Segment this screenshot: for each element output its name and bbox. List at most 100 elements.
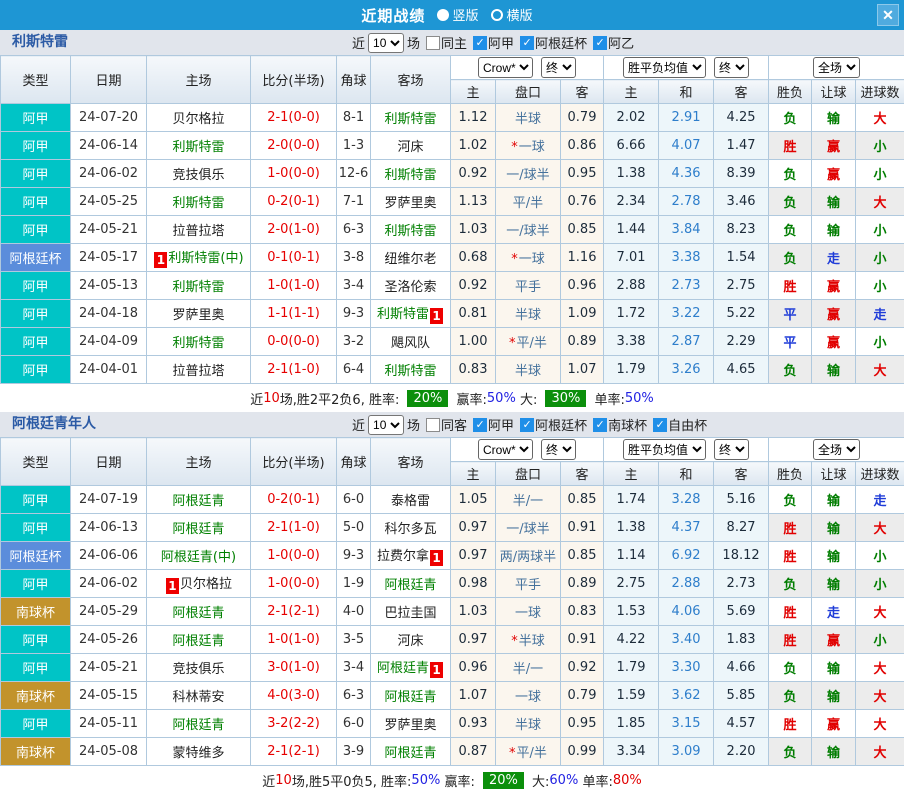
odds-away-cell: 1.07: [561, 356, 604, 384]
summary-segment: 近: [250, 389, 263, 408]
result-cell: 负: [769, 486, 812, 514]
checkbox-icon[interactable]: [426, 36, 440, 50]
league-cell: 阿甲: [1, 328, 71, 356]
checkbox-icon[interactable]: ✓: [593, 418, 607, 432]
radio-horizontal-icon[interactable]: [491, 9, 503, 21]
filter-checkbox-阿根廷杯[interactable]: ✓阿根廷杯: [520, 33, 587, 52]
column-header: 比分(半场): [251, 56, 337, 104]
handicap-result-cell: 赢: [812, 272, 856, 300]
date-cell: 24-06-14: [71, 132, 147, 160]
odds-period-select[interactable]: 终: [541, 439, 576, 460]
league-cell: 阿甲: [1, 132, 71, 160]
radio-vertical-icon[interactable]: [437, 9, 449, 21]
filter-checkbox-同主[interactable]: 同主: [426, 33, 467, 52]
recent-count-select[interactable]: 10: [368, 415, 404, 435]
checkbox-icon[interactable]: ✓: [473, 418, 487, 432]
odds-away-cell: 0.99: [561, 738, 604, 766]
summary-home: 近10场,胜2平2负6, 胜率: 20% 赢率:50% 大: 30% 单率:50…: [0, 384, 904, 412]
avg-type-select[interactable]: 胜平负均值: [623, 439, 706, 460]
league-cell: 阿甲: [1, 356, 71, 384]
handicap-cell: 半球: [496, 300, 561, 328]
corners-cell: 9-3: [337, 300, 371, 328]
home-team-cell: 阿根廷青: [147, 626, 251, 654]
league-cell: 阿甲: [1, 570, 71, 598]
checkbox-icon[interactable]: ✓: [593, 36, 607, 50]
score-cell: 0-0(0-0): [251, 328, 337, 356]
avg-home-cell: 6.66: [604, 132, 659, 160]
away-team-cell: 拉费尔拿1: [371, 542, 451, 570]
corners-cell: 3-8: [337, 244, 371, 272]
filter-checkbox-南球杯[interactable]: ✓南球杯: [593, 415, 647, 434]
team-name-text: 竞技俱乐: [172, 662, 224, 677]
league-cell: 阿甲: [1, 654, 71, 682]
filter-checkbox-自由杯[interactable]: ✓自由杯: [653, 415, 707, 434]
filter-checkbox-阿甲[interactable]: ✓阿甲: [473, 415, 514, 434]
match-row: 阿甲24-04-18罗萨里奥1-1(1-1)9-3利斯特雷10.81半球1.09…: [1, 300, 904, 328]
odds-dropdown-cell: Crow* 终: [451, 56, 604, 80]
avg-home-cell: 1.38: [604, 514, 659, 542]
handicap-cell: 半球: [496, 356, 561, 384]
close-button[interactable]: ✕: [877, 4, 899, 26]
date-cell: 24-05-26: [71, 626, 147, 654]
column-header: 让球: [812, 462, 856, 486]
avg-draw-cell: 3.15: [659, 710, 714, 738]
scope-select[interactable]: 全场: [813, 57, 860, 78]
away-team-cell: 巴拉圭国: [371, 598, 451, 626]
odds-away-cell: 0.95: [561, 160, 604, 188]
odds-source-select[interactable]: Crow*: [478, 439, 533, 460]
filter-checkbox-阿乙[interactable]: ✓阿乙: [593, 33, 634, 52]
odds-period-select[interactable]: 终: [541, 57, 576, 78]
handicap-cell: 一/球半: [496, 216, 561, 244]
goals-cell: 大: [856, 514, 904, 542]
checkbox-icon[interactable]: ✓: [653, 418, 667, 432]
avg-away-cell: 4.25: [714, 104, 769, 132]
section-header-away-team: 阿根廷青年人 近10场同客✓阿甲✓阿根廷杯✓南球杯✓自由杯: [0, 412, 904, 437]
odds-home-cell: 0.98: [451, 570, 496, 598]
odds-away-cell: 0.92: [561, 654, 604, 682]
dropdown-row: 类型日期主场比分(半场)角球客场Crow*终胜平负均值终全场: [1, 56, 904, 80]
result-cell: 胜: [769, 542, 812, 570]
avg-home-cell: 2.34: [604, 188, 659, 216]
column-header: 主: [451, 80, 496, 104]
titlebar: 近期战绩 竖版 横版 ✕: [0, 0, 904, 30]
odds-source-select[interactable]: Crow*: [478, 57, 533, 78]
radio-horizontal-label[interactable]: 横版: [507, 5, 533, 24]
goals-cell: 大: [856, 598, 904, 626]
team-name-text: 河床: [397, 140, 423, 155]
avg-period-select[interactable]: 终: [714, 57, 749, 78]
view-mode-radios: 竖版 横版: [435, 5, 543, 24]
odds-home-cell: 1.02: [451, 132, 496, 160]
avg-away-cell: 1.47: [714, 132, 769, 160]
summary-segment: 50%: [411, 773, 440, 788]
column-header: 主: [604, 80, 659, 104]
avg-home-cell: 3.38: [604, 328, 659, 356]
summary-away: 近10场,胜5平0负5, 胜率:50% 赢率: 20% 大:60% 单率:80%: [0, 766, 904, 794]
avg-away-cell: 2.75: [714, 272, 769, 300]
result-cell: 胜: [769, 132, 812, 160]
checkbox-icon[interactable]: [426, 418, 440, 432]
team-name-text: 利斯特雷: [384, 364, 436, 379]
checkbox-icon[interactable]: ✓: [520, 36, 534, 50]
date-cell: 24-04-01: [71, 356, 147, 384]
recent-count-select[interactable]: 10: [368, 33, 404, 53]
away-team-cell: 罗萨里奥: [371, 710, 451, 738]
summary-segment: 近: [262, 771, 275, 790]
checkbox-icon[interactable]: ✓: [520, 418, 534, 432]
avg-away-cell: 8.23: [714, 216, 769, 244]
corners-cell: 6-0: [337, 710, 371, 738]
date-cell: 24-05-21: [71, 216, 147, 244]
avg-away-cell: 5.16: [714, 486, 769, 514]
odds-home-cell: 1.03: [451, 216, 496, 244]
radio-vertical-label[interactable]: 竖版: [453, 5, 479, 24]
avg-type-select[interactable]: 胜平负均值: [623, 57, 706, 78]
scope-select[interactable]: 全场: [813, 439, 860, 460]
filter-checkbox-阿根廷杯[interactable]: ✓阿根廷杯: [520, 415, 587, 434]
filter-checkbox-同客[interactable]: 同客: [426, 415, 467, 434]
checkbox-icon[interactable]: ✓: [473, 36, 487, 50]
filter-checkbox-阿甲[interactable]: ✓阿甲: [473, 33, 514, 52]
score-cell: 1-0(1-0): [251, 272, 337, 300]
corners-cell: 3-2: [337, 328, 371, 356]
score-cell: 1-0(0-0): [251, 542, 337, 570]
team-name: 利斯特雷: [12, 30, 68, 55]
avg-period-select[interactable]: 终: [714, 439, 749, 460]
